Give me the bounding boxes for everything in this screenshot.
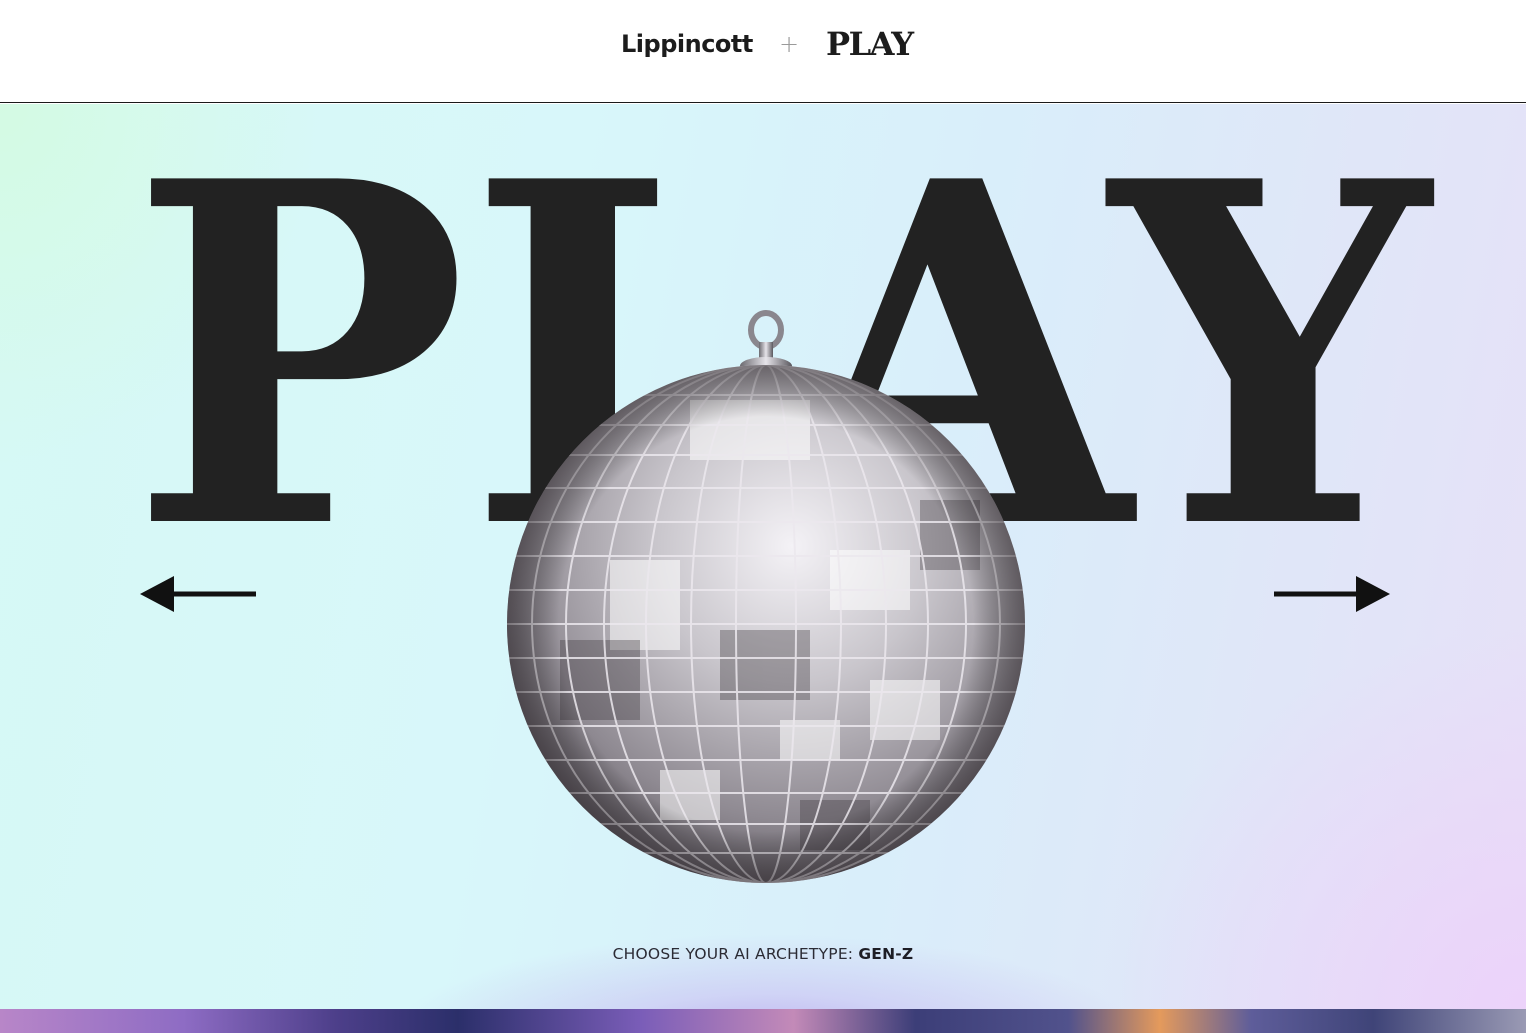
archetype-value[interactable]: GEN-Z <box>858 945 913 963</box>
archetype-label: CHOOSE YOUR AI ARCHETYPE: <box>612 945 854 963</box>
arrow-left-icon[interactable] <box>140 574 260 614</box>
lippincott-logo[interactable]: Lippincott <box>621 27 753 61</box>
arrow-right-icon[interactable] <box>1270 574 1390 614</box>
play-logo[interactable]: PLAY <box>826 24 914 64</box>
logo-separator: + <box>779 30 800 58</box>
site-header: Lippincott + PLAY <box>0 0 1526 103</box>
disco-ball-icon[interactable] <box>500 300 1032 886</box>
hero-section: PLAY CHOOSE YOUR AI ARCHETYPE: GEN-Z <box>0 104 1526 1009</box>
gallery-strip <box>0 1009 1526 1033</box>
archetype-selector[interactable]: CHOOSE YOUR AI ARCHETYPE: GEN-Z <box>0 945 1526 963</box>
